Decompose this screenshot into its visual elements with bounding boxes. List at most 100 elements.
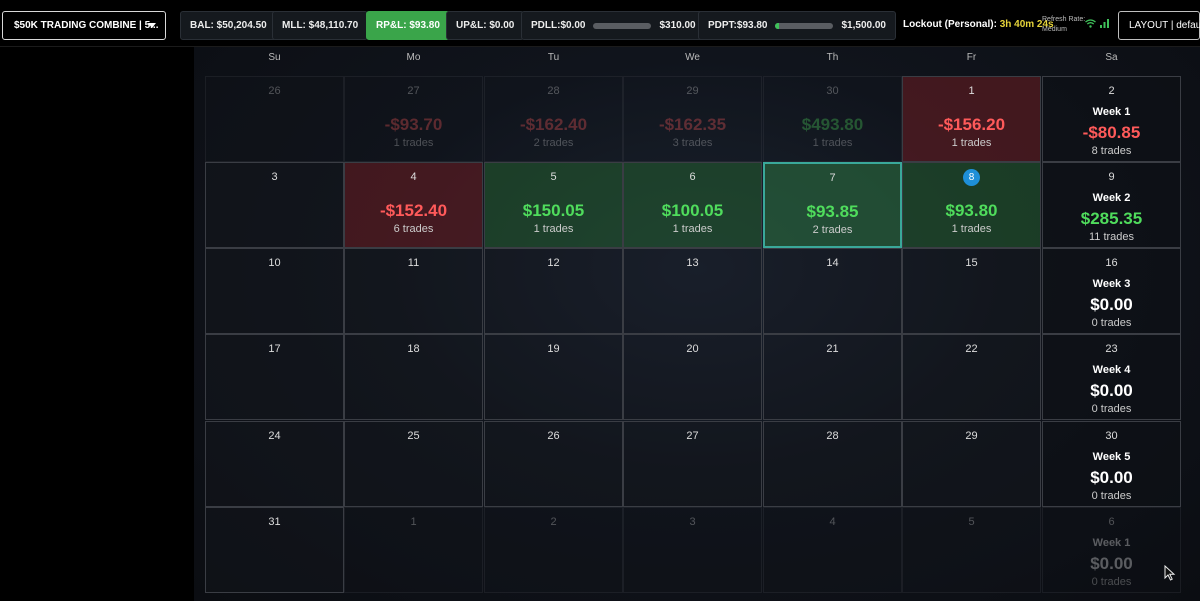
trade-count: 2 trades <box>812 224 853 236</box>
calendar-day-cell[interactable]: 11 <box>344 248 483 334</box>
day-number: 1 <box>410 516 417 528</box>
calendar-day-cell[interactable]: 30 $493.80 1 trades <box>763 76 902 162</box>
week-summary-cell[interactable]: 9 Week 2 $285.35 11 trades <box>1042 162 1181 248</box>
trade-count: 0 trades <box>1091 576 1132 588</box>
trade-count: 11 trades <box>1088 231 1135 243</box>
day-number: 22 <box>965 343 978 355</box>
week-label: Week 4 <box>1092 364 1131 376</box>
day-number: 8 <box>903 169 1040 186</box>
calendar-day-cell[interactable]: 3 <box>205 162 344 248</box>
day-number: 5 <box>968 516 975 528</box>
pdpt-max: $1,500.00 <box>841 20 886 31</box>
layout-selector[interactable]: LAYOUT | default <box>1118 11 1200 40</box>
calendar-day-cell[interactable]: 14 <box>763 248 902 334</box>
day-number: 14 <box>826 257 839 269</box>
day-number: 9 <box>1108 171 1115 183</box>
week-pnl: $285.35 <box>1080 209 1143 228</box>
week-pnl: $0.00 <box>1090 381 1133 400</box>
trade-count: 6 trades <box>393 223 434 235</box>
day-number: 4 <box>410 171 417 183</box>
calendar-day-cell[interactable]: 28 -$162.40 2 trades <box>484 76 623 162</box>
week-summary-cell[interactable]: 6 Week 1 $0.00 0 trades <box>1042 507 1181 593</box>
calendar-day-cell[interactable]: 1 <box>344 507 483 593</box>
day-number: 17 <box>268 343 281 355</box>
calendar-day-cell[interactable]: 3 <box>623 507 762 593</box>
week-summary-cell[interactable]: 16 Week 3 $0.00 0 trades <box>1042 248 1181 334</box>
calendar-day-cell[interactable]: 29 <box>902 421 1041 507</box>
refresh-rate-value: Medium <box>1042 26 1067 33</box>
day-number: 19 <box>547 343 560 355</box>
day-number: 15 <box>965 257 978 269</box>
calendar-day-cell[interactable]: 20 <box>623 334 762 420</box>
weekday-header: Tu <box>547 52 560 63</box>
calendar-day-cell[interactable]: 4 -$152.40 6 trades <box>344 162 483 248</box>
week-label: Week 5 <box>1092 451 1131 463</box>
day-number: 26 <box>547 430 560 442</box>
account-selector[interactable]: $50K TRADING COMBINE | 5... <box>2 11 166 40</box>
day-number: 12 <box>547 257 560 269</box>
trading-calendar: Su Mo Tu We Th Fr Sa 26 27 -$93.70 1 trades 28 -$162… <box>194 47 1200 601</box>
week-pnl: $0.00 <box>1090 468 1133 487</box>
trade-count: 3 trades <box>672 137 713 149</box>
calendar-day-cell[interactable]: 22 <box>902 334 1041 420</box>
calendar-day-cell[interactable]: 28 <box>763 421 902 507</box>
calendar-day-cell[interactable]: 18 <box>344 334 483 420</box>
day-pnl: -$162.40 <box>519 115 588 134</box>
calendar-day-cell[interactable]: 5 $150.05 1 trades <box>484 162 623 248</box>
week-pnl: $0.00 <box>1090 554 1133 573</box>
calendar-day-cell[interactable]: 25 <box>344 421 483 507</box>
trade-count: 1 trades <box>951 137 992 149</box>
calendar-day-cell[interactable]: 12 <box>484 248 623 334</box>
day-pnl: -$93.70 <box>384 115 443 134</box>
week-summary-cell[interactable]: 23 Week 4 $0.00 0 trades <box>1042 334 1181 420</box>
day-pnl: $93.85 <box>806 202 859 221</box>
calendar-day-cell[interactable]: 17 <box>205 334 344 420</box>
week-label: Week 1 <box>1092 537 1131 549</box>
day-number: 29 <box>686 85 699 97</box>
weekday-header: Su <box>268 52 281 63</box>
calendar-day-cell[interactable]: 13 <box>623 248 762 334</box>
calendar-day-cell[interactable]: 21 <box>763 334 902 420</box>
calendar-day-cell[interactable]: 26 <box>205 76 344 162</box>
trade-count: 1 trades <box>393 137 434 149</box>
week-label: Week 3 <box>1092 278 1131 290</box>
top-bar: $50K TRADING COMBINE | 5... BAL: $50,204… <box>0 0 1200 47</box>
pdll-progress-bar <box>593 22 652 29</box>
calendar-day-cell[interactable]: 4 <box>763 507 902 593</box>
day-number: 23 <box>1105 343 1118 355</box>
calendar-day-cell[interactable]: 27 -$93.70 1 trades <box>344 76 483 162</box>
day-number: 26 <box>268 85 281 97</box>
calendar-day-cell[interactable]: 29 -$162.35 3 trades <box>623 76 762 162</box>
calendar-day-cell[interactable]: 27 <box>623 421 762 507</box>
day-pnl: $93.80 <box>945 201 998 220</box>
day-number: 13 <box>686 257 699 269</box>
unrealized-pnl-stat: UP&L: $0.00 <box>446 11 525 40</box>
day-pnl: -$162.35 <box>658 115 727 134</box>
signal-icon <box>1100 19 1109 28</box>
day-pnl: $150.05 <box>522 201 585 220</box>
refresh-rate: Refresh Rate: Medium <box>1042 15 1085 35</box>
calendar-day-cell[interactable]: 26 <box>484 421 623 507</box>
calendar-day-cell[interactable]: 19 <box>484 334 623 420</box>
calendar-day-cell[interactable]: 31 <box>205 507 344 593</box>
day-number: 7 <box>829 172 836 184</box>
calendar-day-cell[interactable]: 24 <box>205 421 344 507</box>
week-summary-cell[interactable]: 2 Week 1 -$80.85 8 trades <box>1042 76 1181 162</box>
day-number: 16 <box>1105 257 1118 269</box>
calendar-day-cell[interactable]: 10 <box>205 248 344 334</box>
calendar-day-cell[interactable]: 7 $93.85 2 trades <box>763 162 902 248</box>
day-pnl: $493.80 <box>801 115 864 134</box>
calendar-day-cell[interactable]: 5 <box>902 507 1041 593</box>
week-summary-cell[interactable]: 30 Week 5 $0.00 0 trades <box>1042 421 1181 507</box>
calendar-day-cell[interactable]: 6 $100.05 1 trades <box>623 162 762 248</box>
week-pnl: -$80.85 <box>1082 123 1141 142</box>
day-number: 30 <box>826 85 839 97</box>
weekday-header: We <box>685 52 700 63</box>
calendar-day-cell[interactable]: 8 $93.80 1 trades <box>902 162 1041 248</box>
calendar-day-cell[interactable]: 15 <box>902 248 1041 334</box>
day-number: 30 <box>1105 430 1118 442</box>
calendar-day-cell[interactable]: 2 <box>484 507 623 593</box>
calendar-day-cell[interactable]: 1 -$156.20 1 trades <box>902 76 1041 162</box>
pdpt-label: PDPT:$93.80 <box>708 20 768 31</box>
day-number: 31 <box>268 516 281 528</box>
